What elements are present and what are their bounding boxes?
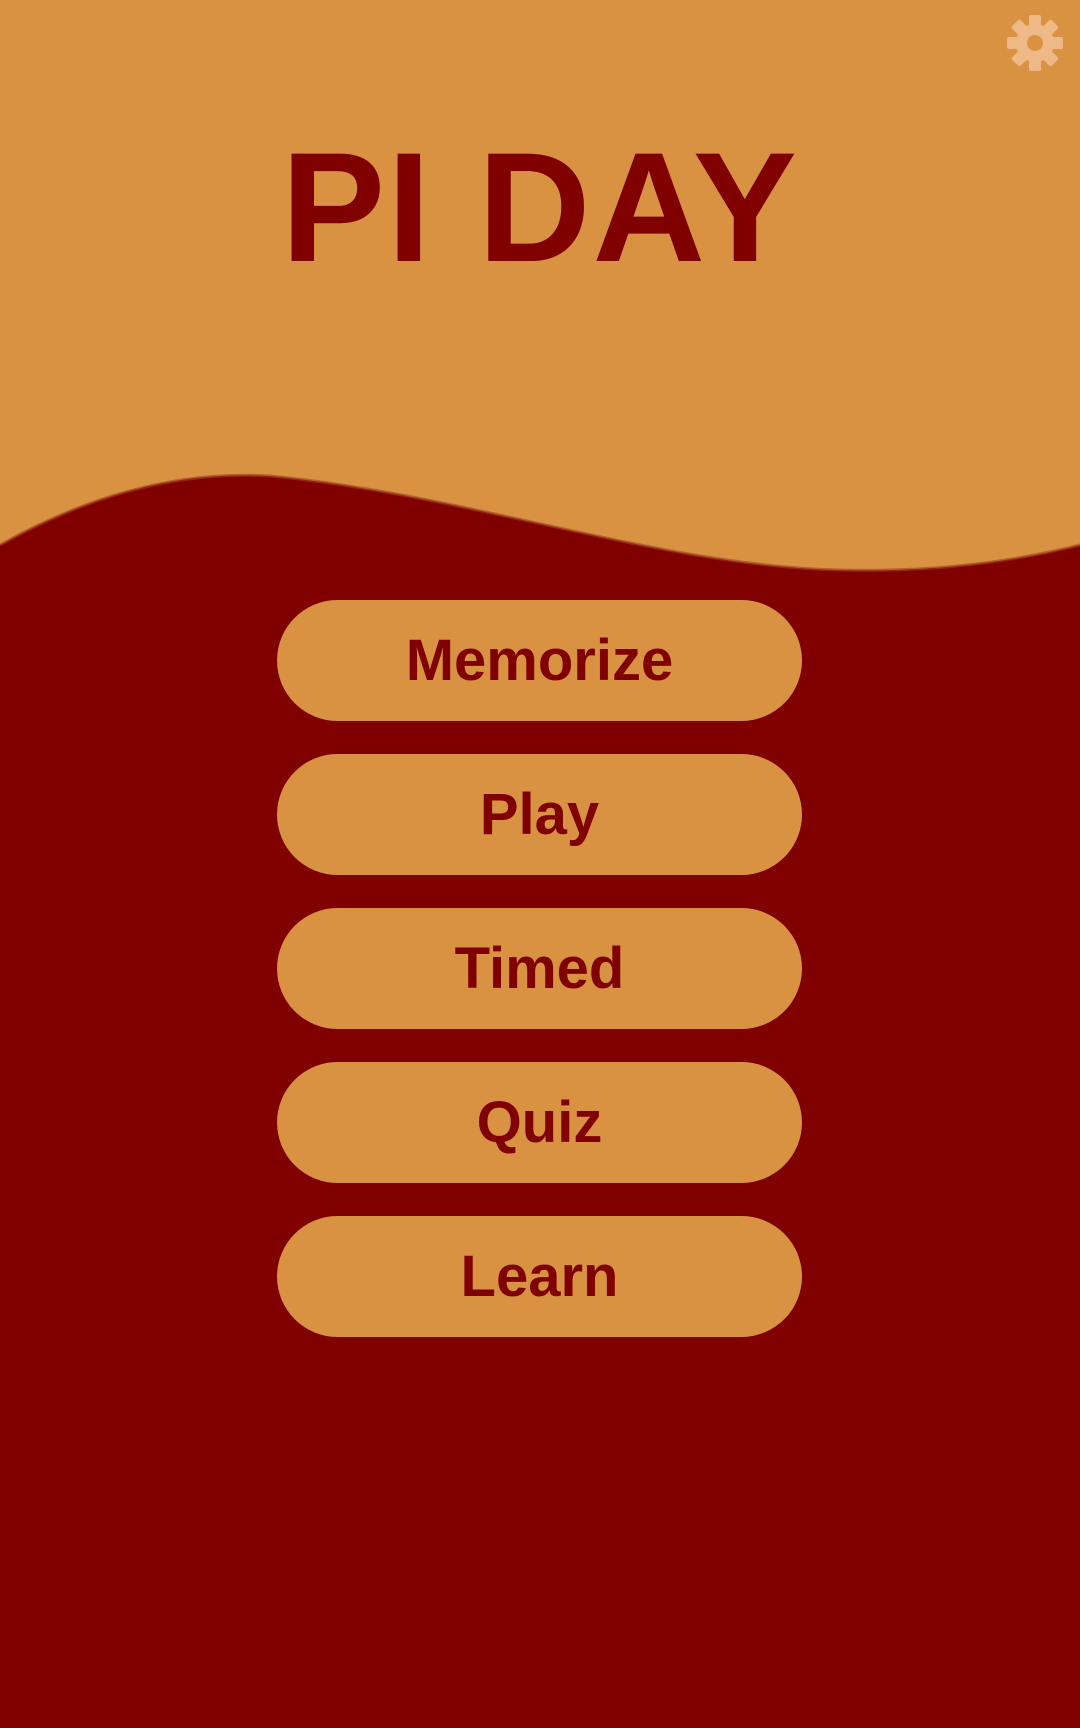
main-menu: Memorize Play Timed Quiz Learn <box>277 600 802 1370</box>
memorize-button[interactable]: Memorize <box>277 600 802 721</box>
learn-button[interactable]: Learn <box>277 1216 802 1337</box>
play-button[interactable]: Play <box>277 754 802 875</box>
timed-button[interactable]: Timed <box>277 908 802 1029</box>
page-title: PI DAY <box>281 121 799 295</box>
main-screen: PI DAY Memorize Play Timed Quiz Learn <box>0 0 1080 1728</box>
gear-icon <box>1007 15 1063 71</box>
quiz-button[interactable]: Quiz <box>277 1062 802 1183</box>
settings-button[interactable] <box>1006 14 1064 72</box>
